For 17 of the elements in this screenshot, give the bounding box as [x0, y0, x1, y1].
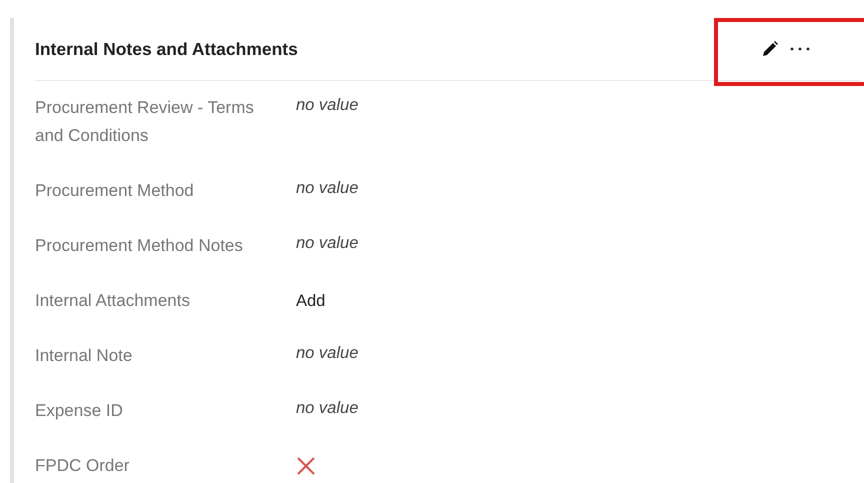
- field-label: Procurement Review - Terms and Conditions: [35, 97, 255, 147]
- field-label: Internal Note: [35, 345, 134, 367]
- cross-icon: [296, 456, 316, 476]
- field-value: no value: [296, 178, 358, 199]
- field-label: FPDC Order: [35, 455, 130, 477]
- more-icon[interactable]: [790, 47, 810, 51]
- add-link[interactable]: Add: [296, 287, 326, 315]
- edit-icon[interactable]: [762, 41, 778, 57]
- field-label: Procurement Method Notes: [35, 235, 244, 257]
- field-label: Expense ID: [35, 400, 124, 422]
- field-value: no value: [296, 233, 358, 254]
- field-label: Procurement Method: [35, 180, 195, 202]
- field-value: no value: [296, 343, 358, 364]
- field-value: no value: [296, 398, 358, 419]
- field-value: no value: [296, 95, 358, 116]
- field-label: Internal Attachments: [35, 290, 191, 312]
- panel-title: Internal Notes and Attachments: [35, 38, 298, 60]
